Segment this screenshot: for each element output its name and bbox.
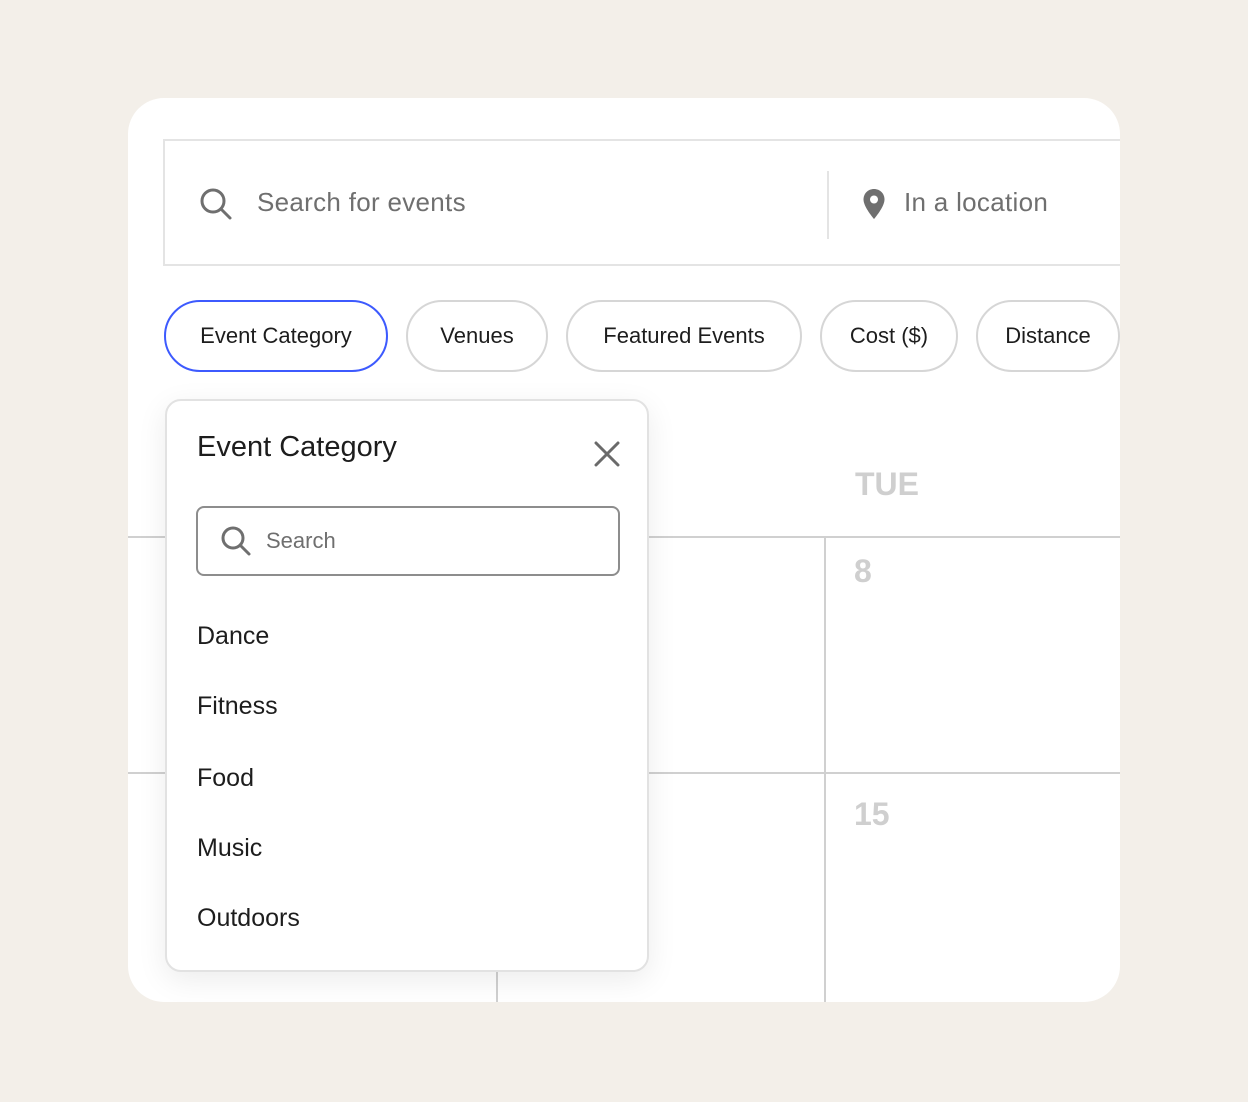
filter-venues[interactable]: Venues <box>406 300 548 372</box>
events-card: Search for events In a location Event Ca… <box>128 98 1120 1002</box>
divider <box>827 171 829 239</box>
category-item-dance[interactable]: Dance <box>197 622 269 651</box>
category-search-input[interactable] <box>264 520 598 562</box>
category-item-fitness[interactable]: Fitness <box>197 692 278 721</box>
event-category-popup: Event Category Dance Fitness Food Music … <box>165 399 649 972</box>
location-pin-icon <box>863 189 885 219</box>
close-icon[interactable] <box>594 441 620 467</box>
search-icon <box>221 526 251 556</box>
filter-featured-events[interactable]: Featured Events <box>566 300 802 372</box>
category-item-food[interactable]: Food <box>197 764 254 793</box>
event-search-bar: Search for events In a location <box>163 139 1120 266</box>
filter-event-category[interactable]: Event Category <box>164 300 388 372</box>
popup-title: Event Category <box>197 431 397 463</box>
calendar-date[interactable]: 15 <box>854 796 890 833</box>
location-input[interactable]: In a location <box>904 187 1048 218</box>
search-icon <box>200 188 232 220</box>
day-header-tue: TUE <box>855 466 919 502</box>
filter-distance[interactable]: Distance <box>976 300 1120 372</box>
calendar-column-line <box>824 536 826 1002</box>
filter-cost[interactable]: Cost ($) <box>820 300 958 372</box>
category-search-field <box>196 506 620 576</box>
category-item-music[interactable]: Music <box>197 834 262 863</box>
category-item-outdoors[interactable]: Outdoors <box>197 904 300 933</box>
calendar-date[interactable]: 8 <box>854 553 872 590</box>
search-input[interactable]: Search for events <box>257 187 466 218</box>
